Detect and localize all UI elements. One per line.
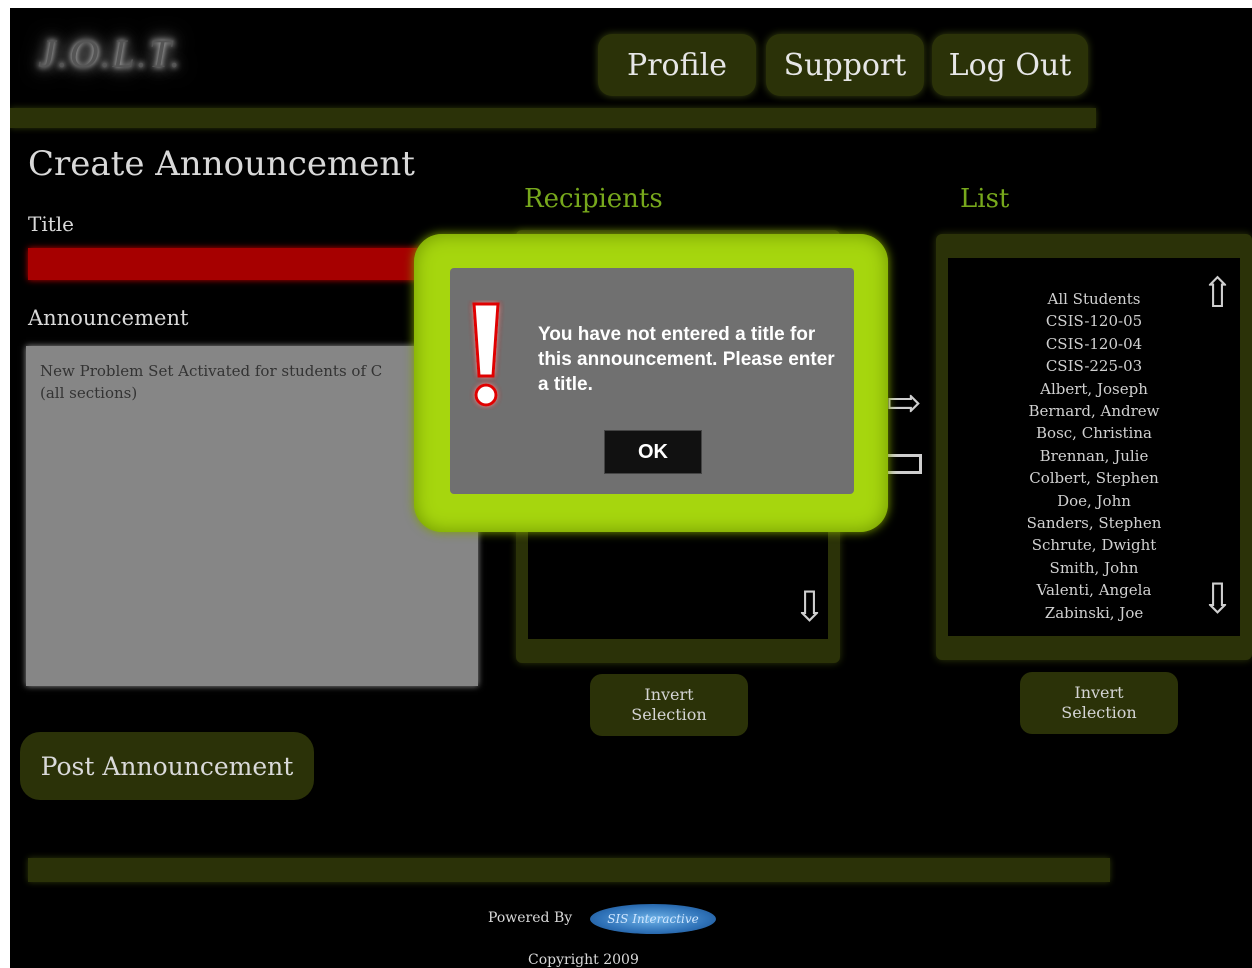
list-item[interactable]: Doe, John bbox=[966, 490, 1222, 512]
recipients-invert-selection-button[interactable]: Invert Selection bbox=[590, 674, 748, 736]
footer-divider bbox=[28, 858, 1110, 882]
alert-dialog: You have not entered a title for this an… bbox=[414, 234, 888, 532]
invert-label-line2: Selection bbox=[1061, 703, 1137, 722]
list-invert-selection-button[interactable]: Invert Selection bbox=[1020, 672, 1178, 734]
list-item[interactable]: CSIS-225-03 bbox=[966, 355, 1222, 377]
company-logo: SIS Interactive bbox=[590, 904, 716, 934]
list-item[interactable]: Zabinski, Joe bbox=[966, 602, 1222, 624]
list-scroll-down-icon[interactable]: ⇩ bbox=[1200, 578, 1235, 620]
title-label: Title bbox=[28, 212, 75, 236]
exclamation-icon bbox=[472, 302, 500, 407]
add-recipient-arrow-icon[interactable]: ⇨ bbox=[886, 382, 921, 424]
logout-button[interactable]: Log Out bbox=[932, 34, 1088, 96]
alert-message: You have not entered a title for this an… bbox=[538, 324, 835, 395]
post-announcement-button[interactable]: Post Announcement bbox=[20, 732, 314, 800]
list-item[interactable]: Bosc, Christina bbox=[966, 422, 1222, 444]
list-item[interactable]: Sanders, Stephen bbox=[966, 512, 1222, 534]
copyright-text: Copyright 2009 bbox=[528, 952, 639, 968]
recipients-scroll-down-icon[interactable]: ⇩ bbox=[792, 586, 827, 628]
jolt-logo: J.O.L.T. bbox=[38, 31, 183, 76]
list-item[interactable]: Valenti, Angela bbox=[966, 579, 1222, 601]
profile-button[interactable]: Profile bbox=[598, 34, 756, 96]
list-item[interactable]: All Students bbox=[966, 288, 1222, 310]
invert-label-line2: Selection bbox=[631, 705, 707, 724]
app-window: J.O.L.T. Profile Support Log Out Create … bbox=[10, 8, 1252, 968]
list-item[interactable]: Smith, John bbox=[966, 557, 1222, 579]
support-button[interactable]: Support bbox=[766, 34, 924, 96]
list-heading: List bbox=[960, 184, 1010, 214]
ok-button[interactable]: OK bbox=[604, 430, 702, 474]
invert-label-line1: Invert bbox=[644, 685, 694, 704]
recipients-heading: Recipients bbox=[524, 184, 663, 214]
invert-label-line1: Invert bbox=[1074, 683, 1124, 702]
list-item[interactable]: Brennan, Julie bbox=[966, 445, 1222, 467]
alert-dialog-body: You have not entered a title for this an… bbox=[450, 268, 854, 494]
page-title: Create Announcement bbox=[28, 144, 415, 184]
list-item[interactable]: Schrute, Dwight bbox=[966, 534, 1222, 556]
remove-recipient-arrow-icon[interactable] bbox=[888, 454, 922, 474]
header-divider bbox=[10, 108, 1096, 128]
list-item[interactable]: Albert, Joseph bbox=[966, 378, 1222, 400]
list-item[interactable]: Bernard, Andrew bbox=[966, 400, 1222, 422]
student-list: All Students CSIS-120-05 CSIS-120-04 CSI… bbox=[966, 288, 1222, 624]
list-item[interactable]: CSIS-120-04 bbox=[966, 333, 1222, 355]
list-scroll-up-icon[interactable]: ⇧ bbox=[1200, 272, 1235, 314]
announcement-label: Announcement bbox=[28, 306, 189, 330]
title-input[interactable] bbox=[28, 248, 432, 280]
powered-by-text: Powered By bbox=[488, 910, 573, 926]
announcement-textarea[interactable]: New Problem Set Activated for students o… bbox=[26, 346, 478, 686]
list-item[interactable]: CSIS-120-05 bbox=[966, 310, 1222, 332]
list-item[interactable]: Colbert, Stephen bbox=[966, 467, 1222, 489]
